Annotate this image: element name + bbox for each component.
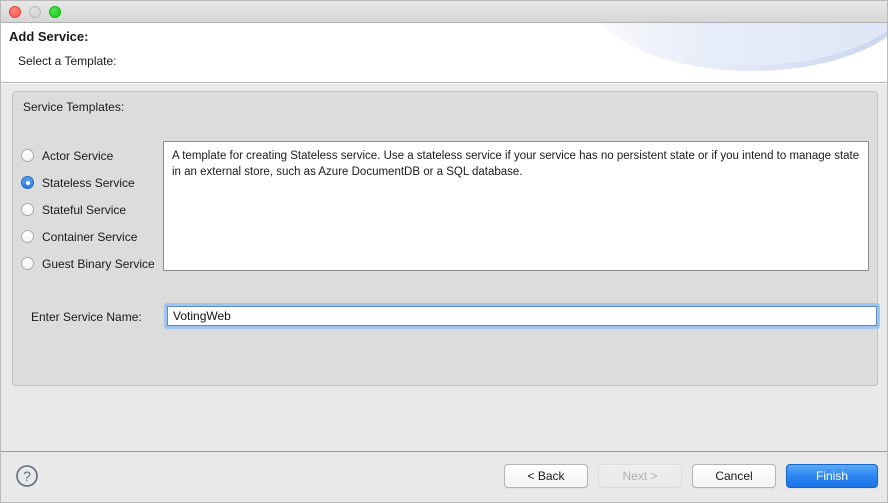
- template-option-label: Stateful Service: [42, 202, 127, 217]
- service-name-row: Enter Service Name:: [21, 303, 880, 333]
- header-banner-decoration: [587, 23, 887, 71]
- template-description-box: A template for creating Stateless servic…: [163, 141, 869, 271]
- template-option-label: Container Service: [42, 229, 138, 244]
- title-bar: [1, 1, 887, 23]
- template-option-label: Guest Binary Service: [42, 256, 155, 271]
- template-option-actor-service[interactable]: Actor Service: [21, 142, 166, 169]
- header-banner-decoration-highlight: [587, 23, 887, 65]
- radio-icon[interactable]: [21, 203, 34, 216]
- dialog-footer: ? < Back Next > Cancel Finish: [1, 451, 887, 502]
- template-option-guest-binary-service[interactable]: Guest Binary Service: [21, 250, 166, 277]
- radio-icon[interactable]: [21, 149, 34, 162]
- svg-text:?: ?: [23, 468, 31, 484]
- radio-icon[interactable]: [21, 257, 34, 270]
- cancel-button[interactable]: Cancel: [692, 464, 776, 488]
- page-title: Add Service:: [9, 29, 89, 44]
- template-option-label: Stateless Service: [42, 175, 135, 190]
- close-window-button[interactable]: [9, 5, 21, 18]
- template-option-container-service[interactable]: Container Service: [21, 223, 166, 250]
- dialog-body: Service Templates: Actor Service Statele…: [1, 84, 887, 451]
- template-option-stateless-service[interactable]: Stateless Service: [21, 169, 166, 196]
- template-radio-group: Actor Service Stateless Service Stateful…: [21, 142, 166, 277]
- minimize-window-button[interactable]: [29, 5, 41, 18]
- page-subtitle: Select a Template:: [18, 54, 117, 68]
- footer-button-group: < Back Next > Cancel Finish: [504, 464, 878, 488]
- service-name-field-focus-ring: [164, 303, 880, 329]
- template-option-stateful-service[interactable]: Stateful Service: [21, 196, 166, 223]
- window-controls: [9, 5, 61, 18]
- next-button: Next >: [598, 464, 682, 488]
- radio-icon[interactable]: [21, 230, 34, 243]
- service-name-label: Enter Service Name:: [31, 310, 142, 324]
- service-templates-panel: Service Templates: Actor Service Statele…: [12, 91, 880, 386]
- radio-icon-selected[interactable]: [21, 176, 34, 189]
- service-name-input[interactable]: [167, 306, 877, 326]
- help-icon[interactable]: ?: [15, 464, 39, 488]
- dialog-header: Add Service: Select a Template:: [1, 23, 887, 83]
- back-button[interactable]: < Back: [504, 464, 588, 488]
- service-templates-label: Service Templates:: [23, 100, 125, 114]
- finish-button[interactable]: Finish: [786, 464, 878, 488]
- zoom-window-button[interactable]: [49, 5, 61, 18]
- add-service-dialog: Add Service: Select a Template: Service …: [0, 0, 888, 503]
- template-option-label: Actor Service: [42, 148, 114, 163]
- template-description-text: A template for creating Stateless servic…: [172, 150, 860, 178]
